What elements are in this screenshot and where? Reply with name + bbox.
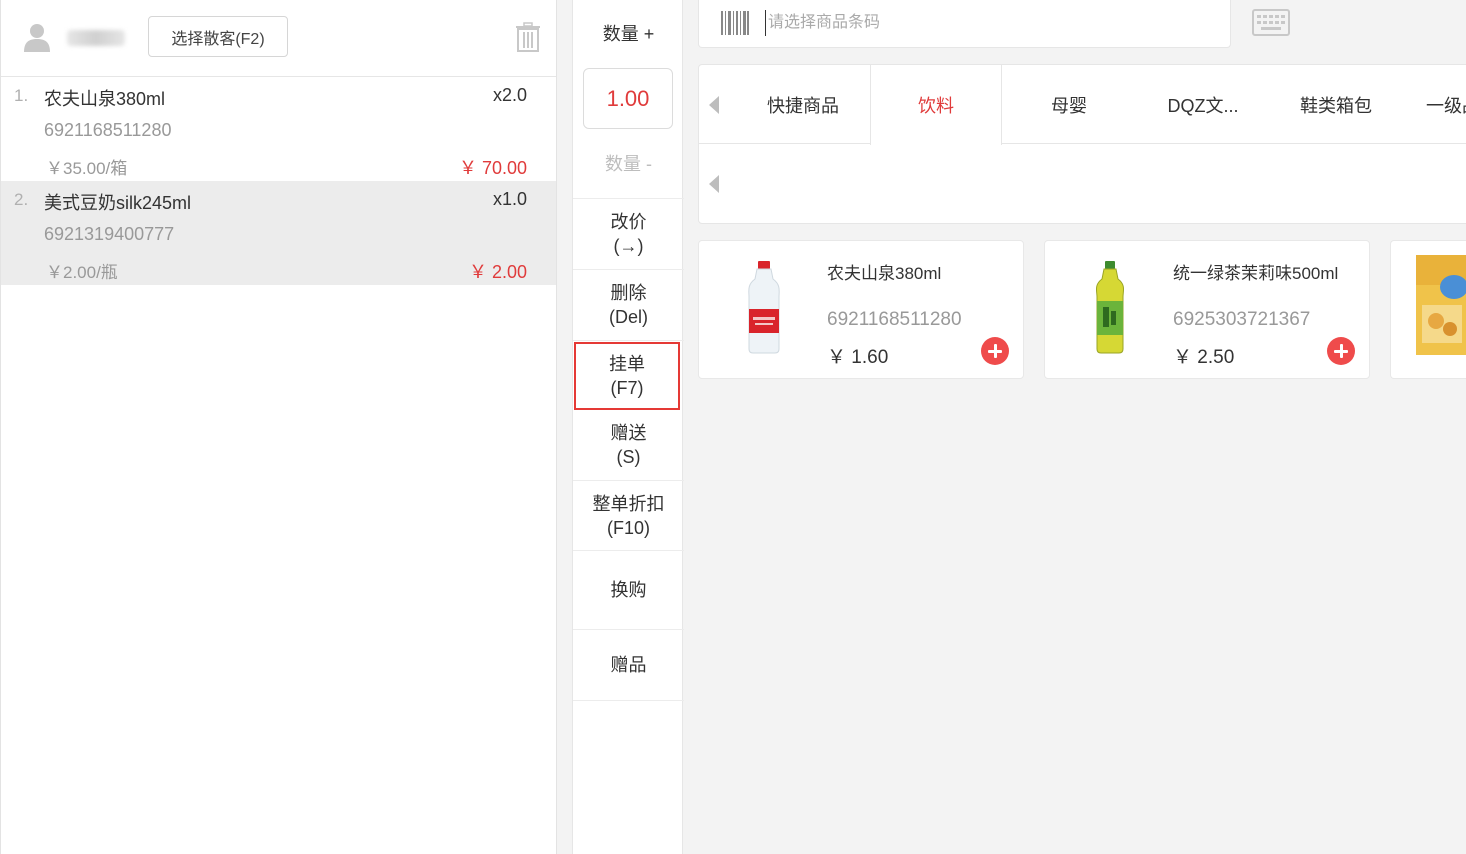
action-column: 数量 + 1.00 数量 - 改价 (→) 删除 (Del) 挂单 (F7) 赠… xyxy=(572,0,684,854)
gift-item-button[interactable]: 赠品 xyxy=(573,630,684,701)
product-name: 统一绿茶茉莉味500ml xyxy=(1173,264,1339,283)
keyboard-icon[interactable] xyxy=(1252,9,1290,36)
exchange-button[interactable]: 换购 xyxy=(573,551,684,630)
item-index: 2. xyxy=(14,190,29,209)
hold-order-label: 挂单 xyxy=(609,354,645,374)
cart-item[interactable]: 2. 美式豆奶silk245ml x1.0 6921319400777 ￥2.0… xyxy=(1,181,556,285)
item-total: ￥ 2.00 xyxy=(468,262,527,282)
item-qty: x1.0 xyxy=(492,189,527,209)
item-unit-price: ￥35.00/箱 xyxy=(46,159,128,178)
item-qty: x2.0 xyxy=(492,85,527,105)
barcode-search-input[interactable] xyxy=(765,10,1205,36)
item-name: 美式豆奶silk245ml xyxy=(44,193,192,213)
delete-button[interactable]: 删除 (Del) xyxy=(573,270,684,341)
product-image-water-bottle xyxy=(748,261,780,354)
barcode-icon xyxy=(721,11,749,35)
select-customer-button[interactable]: 选择散客(F2) xyxy=(148,16,288,57)
delete-label: 删除 xyxy=(610,283,647,303)
item-name: 农夫山泉380ml xyxy=(44,89,166,109)
gift-send-button[interactable]: 赠送 (S) xyxy=(573,410,684,481)
item-index: 1. xyxy=(14,86,29,105)
product-price: ￥ 2.50 xyxy=(1173,347,1235,368)
product-card[interactable] xyxy=(1390,240,1466,379)
tab-dqz-stationery[interactable]: DQZ文... xyxy=(1137,65,1269,144)
product-name: 农夫山泉380ml xyxy=(827,264,942,283)
gift-send-label: 赠送 xyxy=(610,423,647,443)
whole-discount-label: 整单折扣 xyxy=(592,493,665,514)
product-price: ￥ 1.60 xyxy=(827,347,889,368)
item-unit-price: ￥2.00/瓶 xyxy=(46,263,118,282)
add-icon[interactable] xyxy=(981,337,1009,365)
product-card[interactable]: 农夫山泉380ml 6921168511280 ￥ 1.60 xyxy=(698,240,1024,379)
delete-shortcut: (Del) xyxy=(609,307,648,327)
gift-send-shortcut: (S) xyxy=(616,447,641,467)
category-panel: 快捷商品 饮料 母婴 DQZ文... 鞋类箱包 一级品 xyxy=(698,64,1466,224)
trash-icon[interactable] xyxy=(515,22,541,52)
qty-plus-button[interactable]: 数量 + xyxy=(573,0,684,68)
product-code: 6921168511280 xyxy=(827,309,962,330)
product-code: 6925303721367 xyxy=(1173,309,1311,330)
user-icon[interactable] xyxy=(23,22,51,52)
qty-minus-button[interactable]: 数量 - xyxy=(573,130,684,199)
hold-order-shortcut: (F7) xyxy=(610,378,644,398)
change-price-label: 改价 xyxy=(610,212,647,232)
tab-quick-goods[interactable]: 快捷商品 xyxy=(737,65,869,144)
tab-drinks[interactable]: 饮料 xyxy=(870,65,1002,145)
barcode-search-bar xyxy=(698,0,1231,48)
arrow-left-icon[interactable] xyxy=(709,96,719,114)
item-code: 6921168511280 xyxy=(44,120,172,140)
qty-value-field[interactable]: 1.00 xyxy=(583,68,673,129)
username-blurred xyxy=(67,30,125,46)
hold-order-button[interactable]: 挂单 (F7) xyxy=(574,342,680,410)
change-price-shortcut: (→) xyxy=(613,236,644,256)
product-card[interactable]: 统一绿茶茉莉味500ml 6925303721367 ￥ 2.50 xyxy=(1044,240,1370,379)
tab-maternal-baby[interactable]: 母婴 xyxy=(1003,65,1135,144)
cart-panel: 选择散客(F2) 1. 农夫山泉380ml x2.0 6921168511280… xyxy=(0,0,557,854)
change-price-button[interactable]: 改价 (→) xyxy=(573,199,684,270)
whole-discount-button[interactable]: 整单折扣 (F10) xyxy=(573,481,684,551)
arrow-left-icon[interactable] xyxy=(709,175,719,193)
tab-first-level[interactable]: 一级品 xyxy=(1403,65,1466,144)
product-image-silk-carton xyxy=(1416,255,1466,355)
cart-item[interactable]: 1. 农夫山泉380ml x2.0 6921168511280 ￥35.00/箱… xyxy=(1,77,556,181)
tab-shoes-bags[interactable]: 鞋类箱包 xyxy=(1270,65,1402,144)
category-tabs: 快捷商品 饮料 母婴 DQZ文... 鞋类箱包 一级品 xyxy=(699,65,1466,145)
add-icon[interactable] xyxy=(1327,337,1355,365)
cart-header: 选择散客(F2) xyxy=(1,0,556,77)
product-image-green-tea-bottle xyxy=(1095,261,1125,354)
item-code: 6921319400777 xyxy=(44,224,175,244)
item-total: ￥ 70.00 xyxy=(458,158,527,178)
whole-discount-shortcut: (F10) xyxy=(606,517,650,538)
